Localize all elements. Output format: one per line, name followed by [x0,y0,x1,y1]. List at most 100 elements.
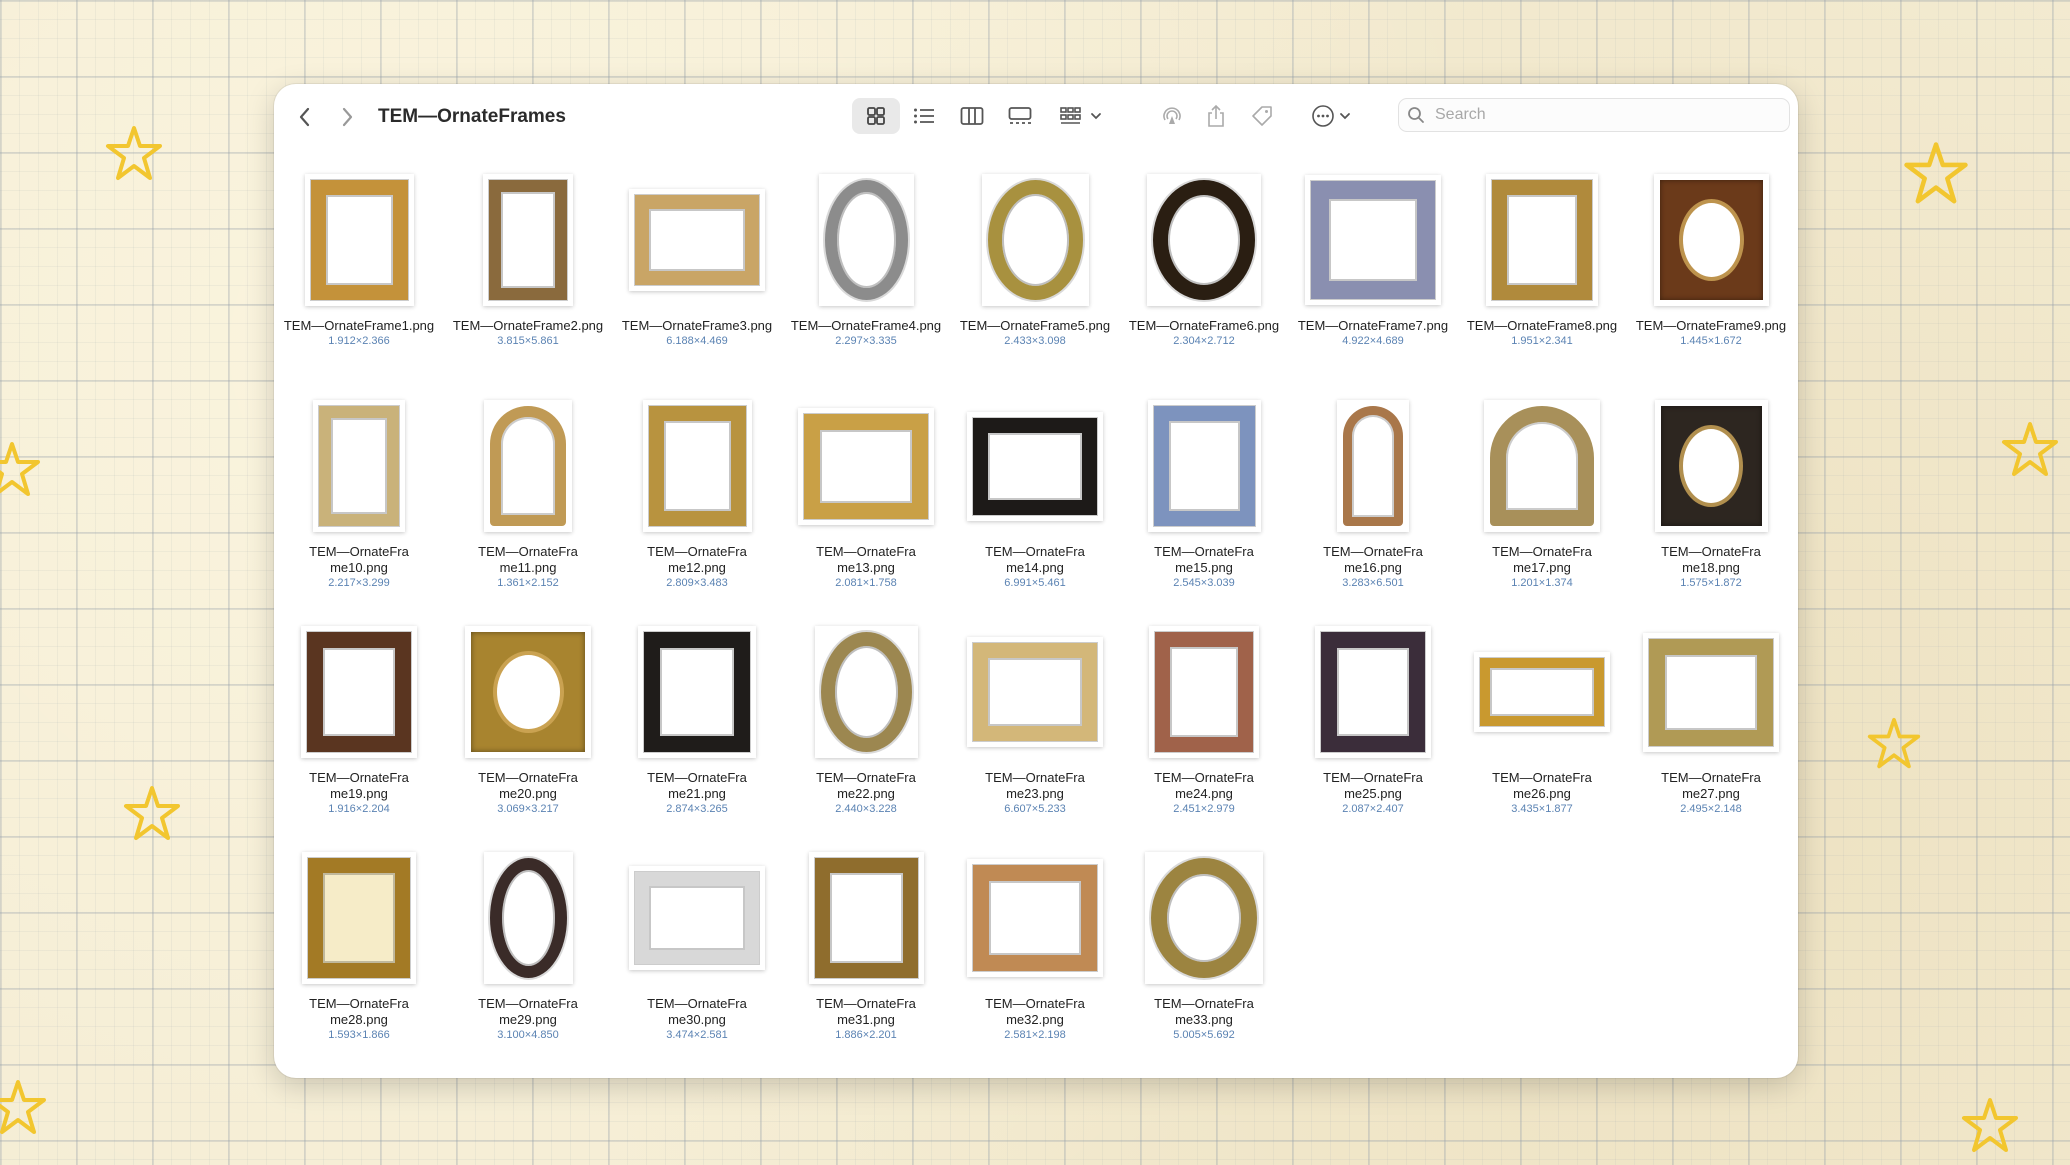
file-name-text: TEM—OrnateFrame13.png [816,544,916,575]
file-item[interactable]: TEM—OrnateFrame12.png 2.809×3.483 [618,392,776,612]
file-thumbnail-area [618,844,776,992]
file-name: TEM—OrnateFrame4.png 2.297×3.335 [787,318,945,348]
file-thumbnail-area [449,618,607,766]
file-thumbnail-area [280,392,438,540]
file-item[interactable]: TEM—OrnateFrame23.png 6.607×5.233 [956,618,1114,838]
file-name-text: TEM—OrnateFrame30.png [647,996,747,1027]
star-doodle-icon [0,442,40,496]
airdrop-button[interactable] [1154,98,1190,134]
file-item[interactable]: TEM—OrnateFrame21.png 2.874×3.265 [618,618,776,838]
file-item[interactable]: TEM—OrnateFrame2.png 3.815×5.861 [449,166,607,386]
file-thumbnail [465,626,591,758]
file-dimensions: 1.575×1.872 [1680,577,1742,589]
file-item[interactable]: TEM—OrnateFrame11.png 1.361×2.152 [449,392,607,612]
file-name: TEM—OrnateFrame25.png 2.087×2.407 [1294,770,1452,816]
file-item[interactable]: TEM—OrnateFrame24.png 2.451×2.979 [1125,618,1283,838]
file-item[interactable]: TEM—OrnateFrame5.png 2.433×3.098 [956,166,1114,386]
file-thumbnail [1145,852,1263,984]
forward-button[interactable] [332,102,362,132]
frame-image [1492,180,1592,300]
file-item[interactable]: TEM—OrnateFrame6.png 2.304×2.712 [1125,166,1283,386]
file-name-text: TEM—OrnateFrame4.png [790,318,942,333]
file-item[interactable]: TEM—OrnateFrame14.png 6.991×5.461 [956,392,1114,612]
file-item[interactable]: TEM—OrnateFrame29.png 3.100×4.850 [449,844,607,1064]
frame-image [319,406,399,526]
list-view-icon [914,108,934,124]
file-item[interactable]: TEM—OrnateFrame20.png 3.069×3.217 [449,618,607,838]
file-thumbnail [301,626,417,758]
file-item[interactable]: TEM—OrnateFrame31.png 1.886×2.201 [787,844,945,1064]
file-name-text: TEM—OrnateFrame25.png [1323,770,1423,801]
file-item[interactable]: TEM—OrnateFrame33.png 5.005×5.692 [1125,844,1283,1064]
frame-image [644,632,750,752]
file-name: TEM—OrnateFrame26.png 3.435×1.877 [1463,770,1621,816]
search-input[interactable] [1433,105,1767,125]
tag-button[interactable] [1244,98,1280,134]
frame-image [804,413,928,519]
file-name: TEM—OrnateFrame11.png 1.361×2.152 [449,544,607,590]
file-item[interactable]: TEM—OrnateFrame3.png 6.188×4.469 [618,166,776,386]
column-view-button[interactable] [952,98,992,134]
file-item[interactable]: TEM—OrnateFrame19.png 1.916×2.204 [280,618,438,838]
file-item[interactable]: TEM—OrnateFrame4.png 2.297×3.335 [787,166,945,386]
file-dimensions: 2.433×3.098 [1004,335,1066,347]
group-by-button[interactable] [1056,98,1106,134]
file-item[interactable]: TEM—OrnateFrame30.png 3.474×2.581 [618,844,776,1064]
file-dimensions: 4.922×4.689 [1342,335,1404,347]
file-name: TEM—OrnateFrame7.png 4.922×4.689 [1294,318,1452,348]
file-item[interactable]: TEM—OrnateFrame15.png 2.545×3.039 [1125,392,1283,612]
file-name: TEM—OrnateFrame9.png 1.445×1.672 [1632,318,1790,348]
file-name-text: TEM—OrnateFrame20.png [478,770,578,801]
file-dimensions: 3.069×3.217 [497,803,559,815]
file-name: TEM—OrnateFrame23.png 6.607×5.233 [956,770,1114,816]
file-thumbnail [1484,400,1600,532]
share-button[interactable] [1198,98,1234,134]
file-name-text: TEM—OrnateFrame22.png [816,770,916,801]
file-thumbnail-area [1463,392,1621,540]
file-item[interactable]: TEM—OrnateFrame8.png 1.951×2.341 [1463,166,1621,386]
file-item[interactable]: TEM—OrnateFrame7.png 4.922×4.689 [1294,166,1452,386]
file-item[interactable]: TEM—OrnateFrame28.png 1.593×1.866 [280,844,438,1064]
file-thumbnail-area [787,392,945,540]
search-field[interactable] [1398,98,1790,132]
frame-image [1151,858,1257,978]
file-dimensions: 1.912×2.366 [328,335,390,347]
file-item[interactable]: TEM—OrnateFrame9.png 1.445×1.672 [1632,166,1790,386]
file-item[interactable]: TEM—OrnateFrame16.png 3.283×6.501 [1294,392,1452,612]
file-item[interactable]: TEM—OrnateFrame26.png 3.435×1.877 [1463,618,1621,838]
icon-view-button[interactable] [852,98,900,134]
star-doodle-icon [2002,422,2058,476]
file-item[interactable]: TEM—OrnateFrame1.png 1.912×2.366 [280,166,438,386]
file-dimensions: 2.809×3.483 [666,577,728,589]
back-button[interactable] [290,102,320,132]
file-item[interactable]: TEM—OrnateFrame18.png 1.575×1.872 [1632,392,1790,612]
file-name: TEM—OrnateFrame6.png 2.304×2.712 [1125,318,1283,348]
file-item[interactable]: TEM—OrnateFrame32.png 2.581×2.198 [956,844,1114,1064]
frame-opening [1682,203,1740,277]
file-name: TEM—OrnateFrame21.png 2.874×3.265 [618,770,776,816]
file-thumbnail [484,400,572,532]
list-view-button[interactable] [904,98,944,134]
file-thumbnail [1653,174,1769,306]
star-doodle-icon [1904,142,1968,204]
star-doodle-icon [124,786,180,840]
file-name: TEM—OrnateFrame15.png 2.545×3.039 [1125,544,1283,590]
file-thumbnail [1654,400,1768,532]
file-item[interactable]: TEM—OrnateFrame13.png 2.081×1.758 [787,392,945,612]
file-name-text: TEM—OrnateFrame10.png [309,544,409,575]
file-item[interactable]: TEM—OrnateFrame25.png 2.087×2.407 [1294,618,1452,838]
file-thumbnail-area [1632,166,1790,314]
file-item[interactable]: TEM—OrnateFrame10.png 2.217×3.299 [280,392,438,612]
frame-image [1153,180,1255,300]
file-item[interactable]: TEM—OrnateFrame17.png 1.201×1.374 [1463,392,1621,612]
file-item[interactable]: TEM—OrnateFrame22.png 2.440×3.228 [787,618,945,838]
frame-image [489,858,567,978]
file-name-text: TEM—OrnateFrame21.png [647,770,747,801]
file-name: TEM—OrnateFrame14.png 6.991×5.461 [956,544,1114,590]
file-name-text: TEM—OrnateFrame19.png [309,770,409,801]
frame-image [1155,632,1253,752]
star-doodle-icon [1962,1098,2018,1152]
file-item[interactable]: TEM—OrnateFrame27.png 2.495×2.148 [1632,618,1790,838]
gallery-view-button[interactable] [1000,98,1040,134]
more-actions-button[interactable] [1306,98,1356,134]
